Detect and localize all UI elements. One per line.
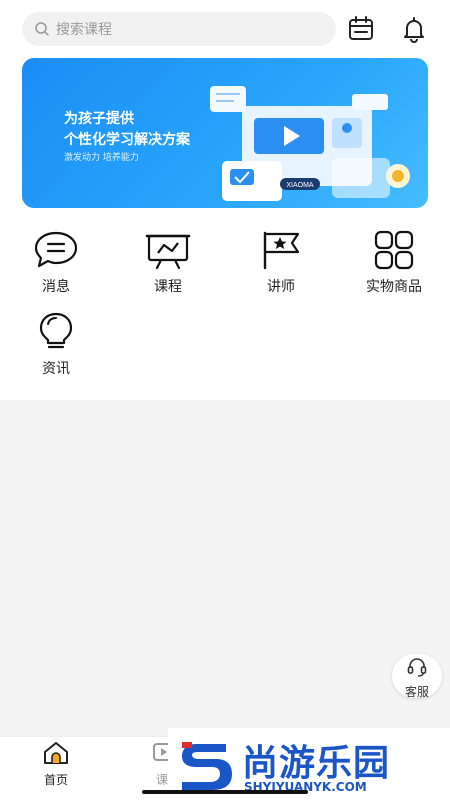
tab-home[interactable]: 首页 [26,741,86,788]
grid-item-messages[interactable]: 消息 [11,230,101,296]
customer-service-button[interactable]: 客服 [392,654,442,699]
banner-title-line1: 为孩子提供 [64,111,134,127]
grid-label-lecturers: 讲师 [267,279,295,295]
grid-item-products[interactable]: 实物商品 [349,230,439,296]
grid-icon [374,230,414,270]
headset-icon [407,658,427,677]
lecturer-icon [263,231,300,270]
home-icon [44,742,68,764]
bell-icon[interactable] [400,15,428,43]
message-icon [34,231,78,268]
top-panel: 搜索课程 为孩子提供 个性化学习解决方案 激发动力 培养能力 XIAOMA 消息… [0,0,450,400]
course-icon [145,234,191,270]
banner-tag: XIAOMA [286,182,314,189]
search-input[interactable]: 搜索课程 [22,12,336,46]
service-label: 客服 [404,685,429,699]
grid-label-news: 资讯 [42,361,70,377]
watermark-logo [182,742,232,790]
grid-label-messages: 消息 [42,279,70,295]
grid-item-news[interactable]: 资讯 [11,312,101,378]
watermark-title: 尚游乐园 [242,743,391,784]
tab-home-label: 首页 [43,773,68,787]
grid-label-products: 实物商品 [366,279,422,295]
home-indicator [142,790,308,794]
calendar-icon[interactable] [347,15,375,43]
banner-illustration: XIAOMA [210,86,410,201]
search-icon [35,22,49,36]
search-placeholder: 搜索课程 [56,22,112,38]
banner-subtitle: 激发动力 培养能力 [64,153,139,163]
grid-label-courses: 课程 [154,279,182,295]
banner-title-line2: 个性化学习解决方案 [64,132,190,148]
promo-banner[interactable]: 为孩子提供 个性化学习解决方案 激发动力 培养能力 XIAOMA [22,58,428,208]
grid-item-courses[interactable]: 课程 [123,230,213,296]
bulb-icon [39,312,73,349]
grid-item-lecturers[interactable]: 讲师 [236,230,326,296]
